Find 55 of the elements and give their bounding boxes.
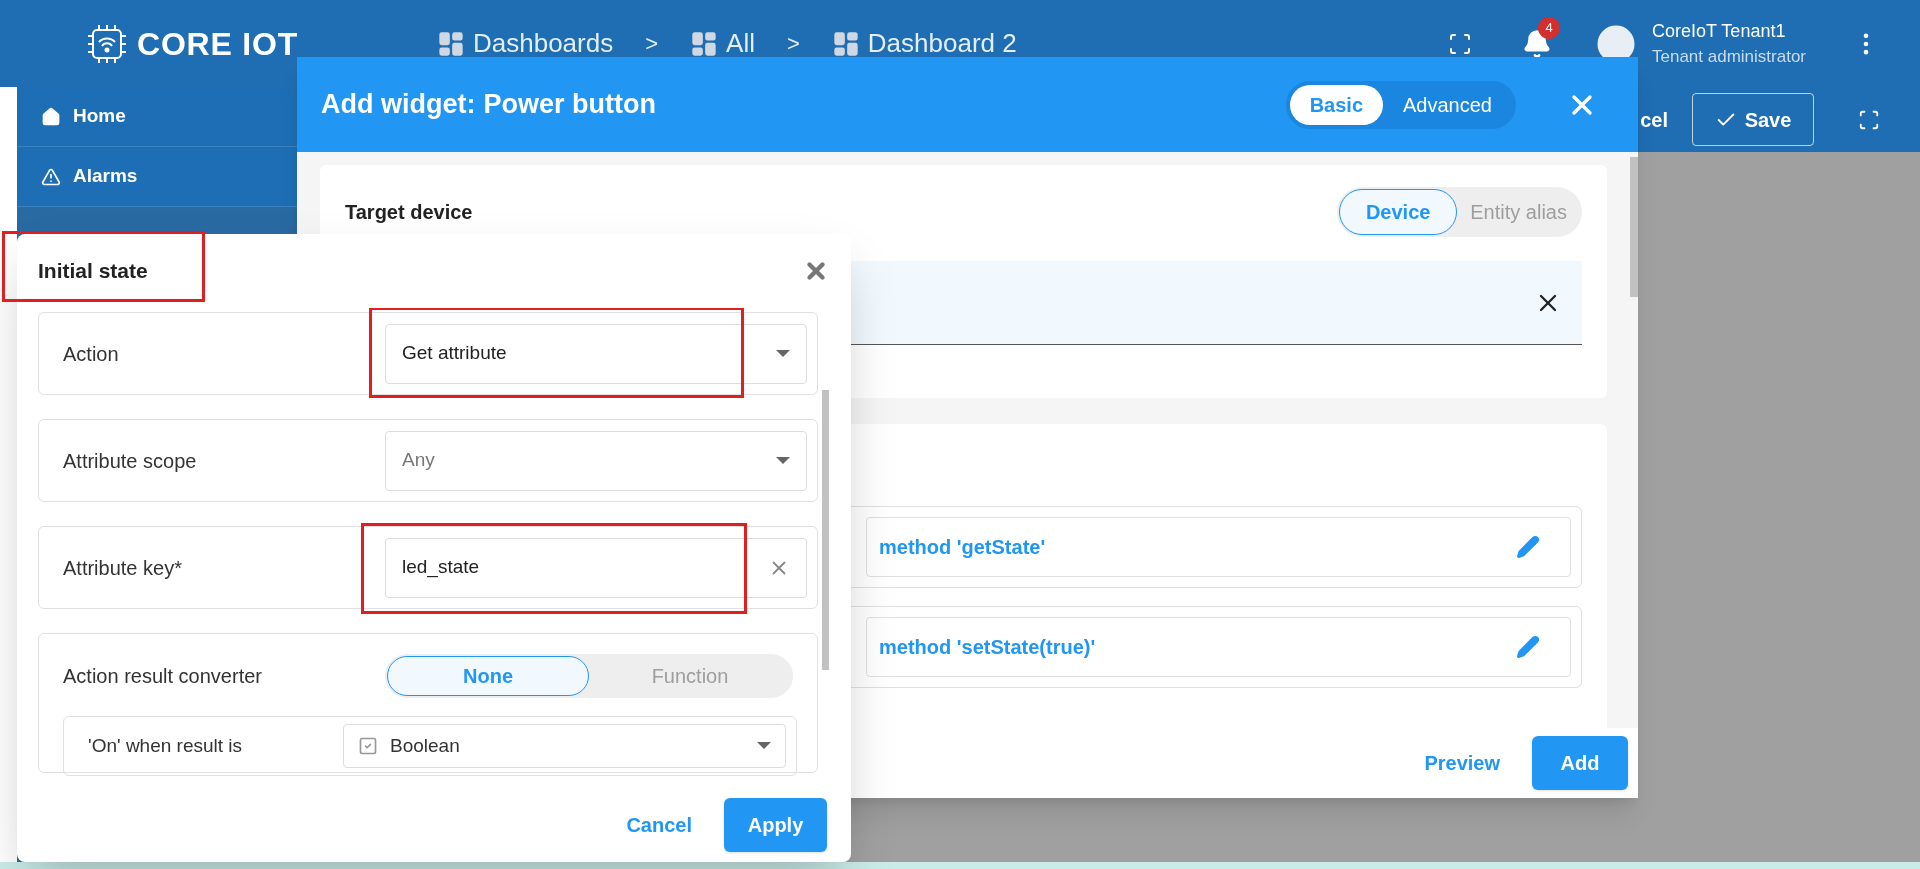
breadcrumb-link[interactable]: Dashboard 2 [831,24,1017,63]
breadcrumb-link[interactable]: All [690,24,755,63]
input-field[interactable]: led_state [385,537,807,598]
toolbar-text-button[interactable]: cel [1640,92,1672,147]
dashboard-icon [831,29,860,58]
select-field[interactable]: Get attribute [385,323,807,384]
user-name: CoreIoT Tenant1 [1652,19,1787,43]
toggle-option[interactable]: None [387,656,589,696]
action-label: method 'getState' [879,535,1046,560]
save-button[interactable]: Save [1692,93,1814,146]
field-value: Get attribute [402,341,508,366]
edit-icon[interactable] [1516,535,1540,559]
cancel-text-button[interactable]: Cancel [614,798,704,852]
dashboard-icon [437,29,465,58]
field-value: Boolean [390,733,461,758]
fullscreen-icon[interactable] [1858,108,1880,131]
action-item[interactable]: method 'getState' [866,517,1571,577]
edit-icon[interactable] [1516,635,1540,659]
dropdown-caret-icon [776,349,790,358]
mode-tab[interactable]: Basic [1289,84,1384,125]
toggle-option[interactable]: Function [589,656,791,696]
field-label: Action [63,341,120,367]
field-value: led_state [402,555,481,580]
add-button[interactable]: Add [1532,736,1628,790]
field-label: Action result converter [63,664,263,689]
user-role: Tenant administrator [1652,46,1808,68]
notification-count-badge: 4 [1538,16,1560,39]
app-logo: CORE IOT [137,24,299,64]
breadcrumb-separator: > [786,30,800,58]
dialog-title: Initial state [38,258,148,285]
dialog-title: Add widget: [321,88,476,122]
field-label: 'On' when result is [88,733,244,758]
breadcrumb-separator: > [645,30,659,58]
section-title: Target device [345,200,473,225]
dropdown-caret-icon [776,456,790,465]
checkbox-icon [358,736,378,756]
toggle-option[interactable]: Entity alias [1457,189,1580,235]
mode-tab[interactable]: Advanced [1383,84,1512,125]
action-item[interactable]: method 'setState(true)' [866,617,1571,677]
preview-text-button[interactable]: Preview [1412,736,1512,790]
toggle-option[interactable]: Device [1339,189,1458,235]
select-field[interactable]: Any [385,430,807,491]
widget-name: Power button [483,88,656,122]
breadcrumb-link[interactable]: Dashboards [437,24,614,63]
field-placeholder: Any [402,448,436,473]
dashboard-icon [690,29,719,58]
field-label: Attribute scope [63,448,198,474]
warning-triangle-icon [41,166,61,187]
field-label: Attribute key* [63,555,183,581]
select-field[interactable]: Boolean [343,724,786,768]
action-label: method 'setState(true)' [879,635,1096,660]
fullscreen-icon[interactable] [1448,31,1472,56]
home-icon [41,106,61,127]
apply-button[interactable]: Apply [724,798,827,852]
dropdown-caret-icon [757,742,771,750]
